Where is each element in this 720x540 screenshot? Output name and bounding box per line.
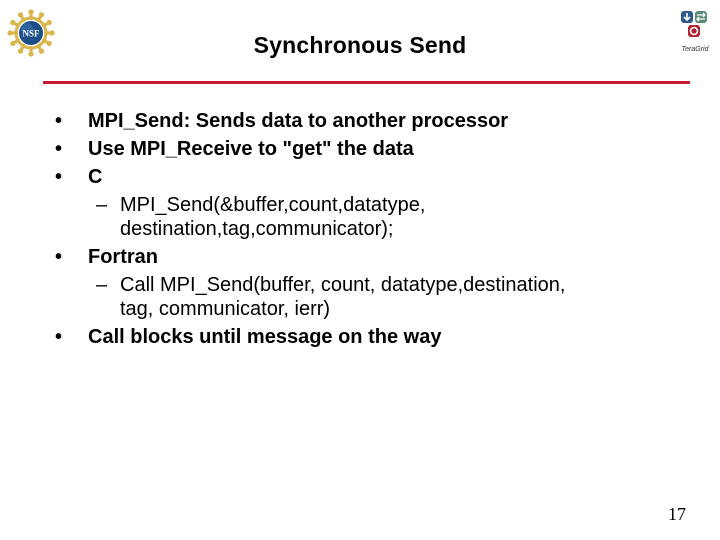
sub-bullet-item: – Call MPI_Send(buffer, count, datatype,…: [0, 273, 720, 321]
title-divider: [43, 81, 690, 84]
bullet-marker: •: [55, 110, 63, 132]
bullet-marker: •: [55, 326, 63, 348]
bullet-text: Use MPI_Receive to "get" the data: [88, 138, 414, 160]
sub-bullet-item: – MPI_Send(&buffer,count,datatype, desti…: [0, 193, 720, 241]
bullet-marker: •: [55, 166, 63, 188]
page-number: 17: [668, 504, 686, 524]
sub-bullet-text: MPI_Send(&buffer,count,datatype, destina…: [120, 194, 426, 240]
bullet-text: C: [88, 166, 103, 188]
bullet-text: MPI_Send: Sends data to another processo…: [88, 110, 509, 132]
bullet-marker: •: [55, 138, 63, 160]
sub-bullet-marker: –: [96, 194, 108, 216]
sub-bullet-text: Call MPI_Send(buffer, count, datatype,de…: [120, 274, 566, 320]
bullet-text: Fortran: [88, 246, 158, 268]
bullet-item: • Fortran: [0, 243, 720, 271]
bullet-item: • MPI_Send: Sends data to another proces…: [0, 107, 720, 135]
slide-title: Synchronous Send: [253, 32, 467, 58]
bullet-item: • Call blocks until message on the way: [0, 323, 720, 351]
bullet-list: • MPI_Send: Sends data to another proces…: [0, 107, 720, 351]
bullet-marker: •: [55, 246, 63, 268]
sub-bullet-marker: –: [96, 274, 108, 296]
bullet-item: • C: [0, 163, 720, 191]
bullet-text: Call blocks until message on the way: [88, 326, 442, 348]
bullet-item: • Use MPI_Receive to "get" the data: [0, 135, 720, 163]
